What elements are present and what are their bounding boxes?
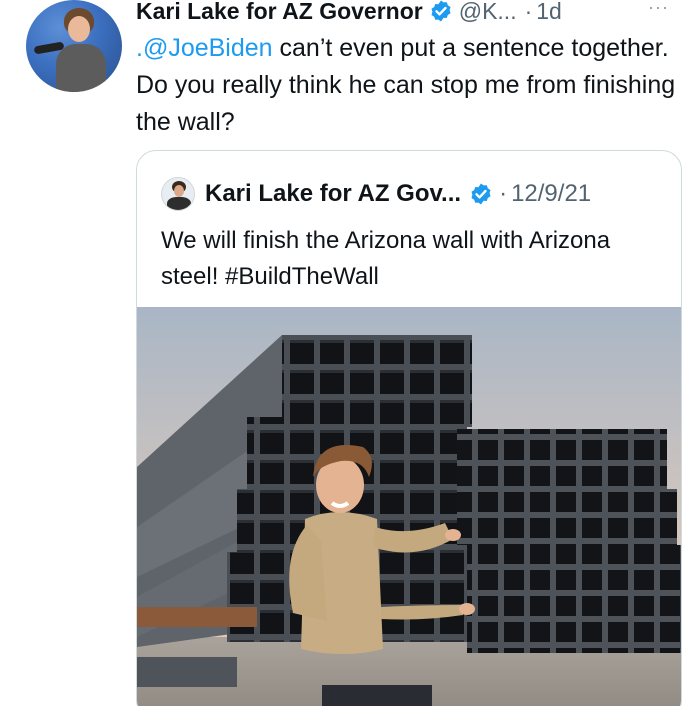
quoted-tweet-text: We will finish the Arizona wall with Ari… bbox=[161, 227, 611, 290]
quoted-tweet-photo[interactable] bbox=[137, 307, 681, 706]
author-handle[interactable]: @K... bbox=[459, 0, 517, 26]
verified-badge-icon bbox=[431, 0, 451, 22]
more-options-icon[interactable]: ··· bbox=[648, 0, 678, 16]
tweet-header: Kari Lake for AZ Governor @K... · 1d bbox=[136, 0, 696, 26]
quoted-avatar-body bbox=[167, 197, 191, 210]
header-separator: · bbox=[524, 0, 533, 24]
quoted-author-display-name: Kari Lake for AZ Gov... bbox=[205, 180, 462, 207]
quoted-tweet-card[interactable]: Kari Lake for AZ Gov... · 12/9/21 We wil… bbox=[136, 150, 682, 706]
tweet-timestamp[interactable]: 1d bbox=[536, 0, 562, 26]
verified-badge-icon bbox=[471, 183, 491, 205]
quoted-tweet-header: Kari Lake for AZ Gov... · 12/9/21 bbox=[161, 177, 681, 211]
quoted-author-avatar bbox=[161, 177, 195, 211]
tweet-text: .@JoeBiden can’t even put a sentence tog… bbox=[136, 30, 676, 141]
steel-pipes-photo bbox=[137, 307, 681, 706]
quoted-header-separator: · bbox=[499, 180, 508, 207]
quoted-tweet-date: 12/9/21 bbox=[511, 180, 592, 207]
author-display-name[interactable]: Kari Lake for AZ Governor bbox=[136, 0, 423, 26]
mention-link[interactable]: .@JoeBiden bbox=[136, 34, 273, 62]
avatar-body bbox=[56, 44, 106, 92]
tweet[interactable]: Kari Lake for AZ Governor @K... · 1d ···… bbox=[0, 0, 696, 706]
author-avatar[interactable] bbox=[26, 0, 122, 92]
avatar-face bbox=[68, 16, 90, 42]
quoted-avatar-face bbox=[174, 185, 184, 197]
